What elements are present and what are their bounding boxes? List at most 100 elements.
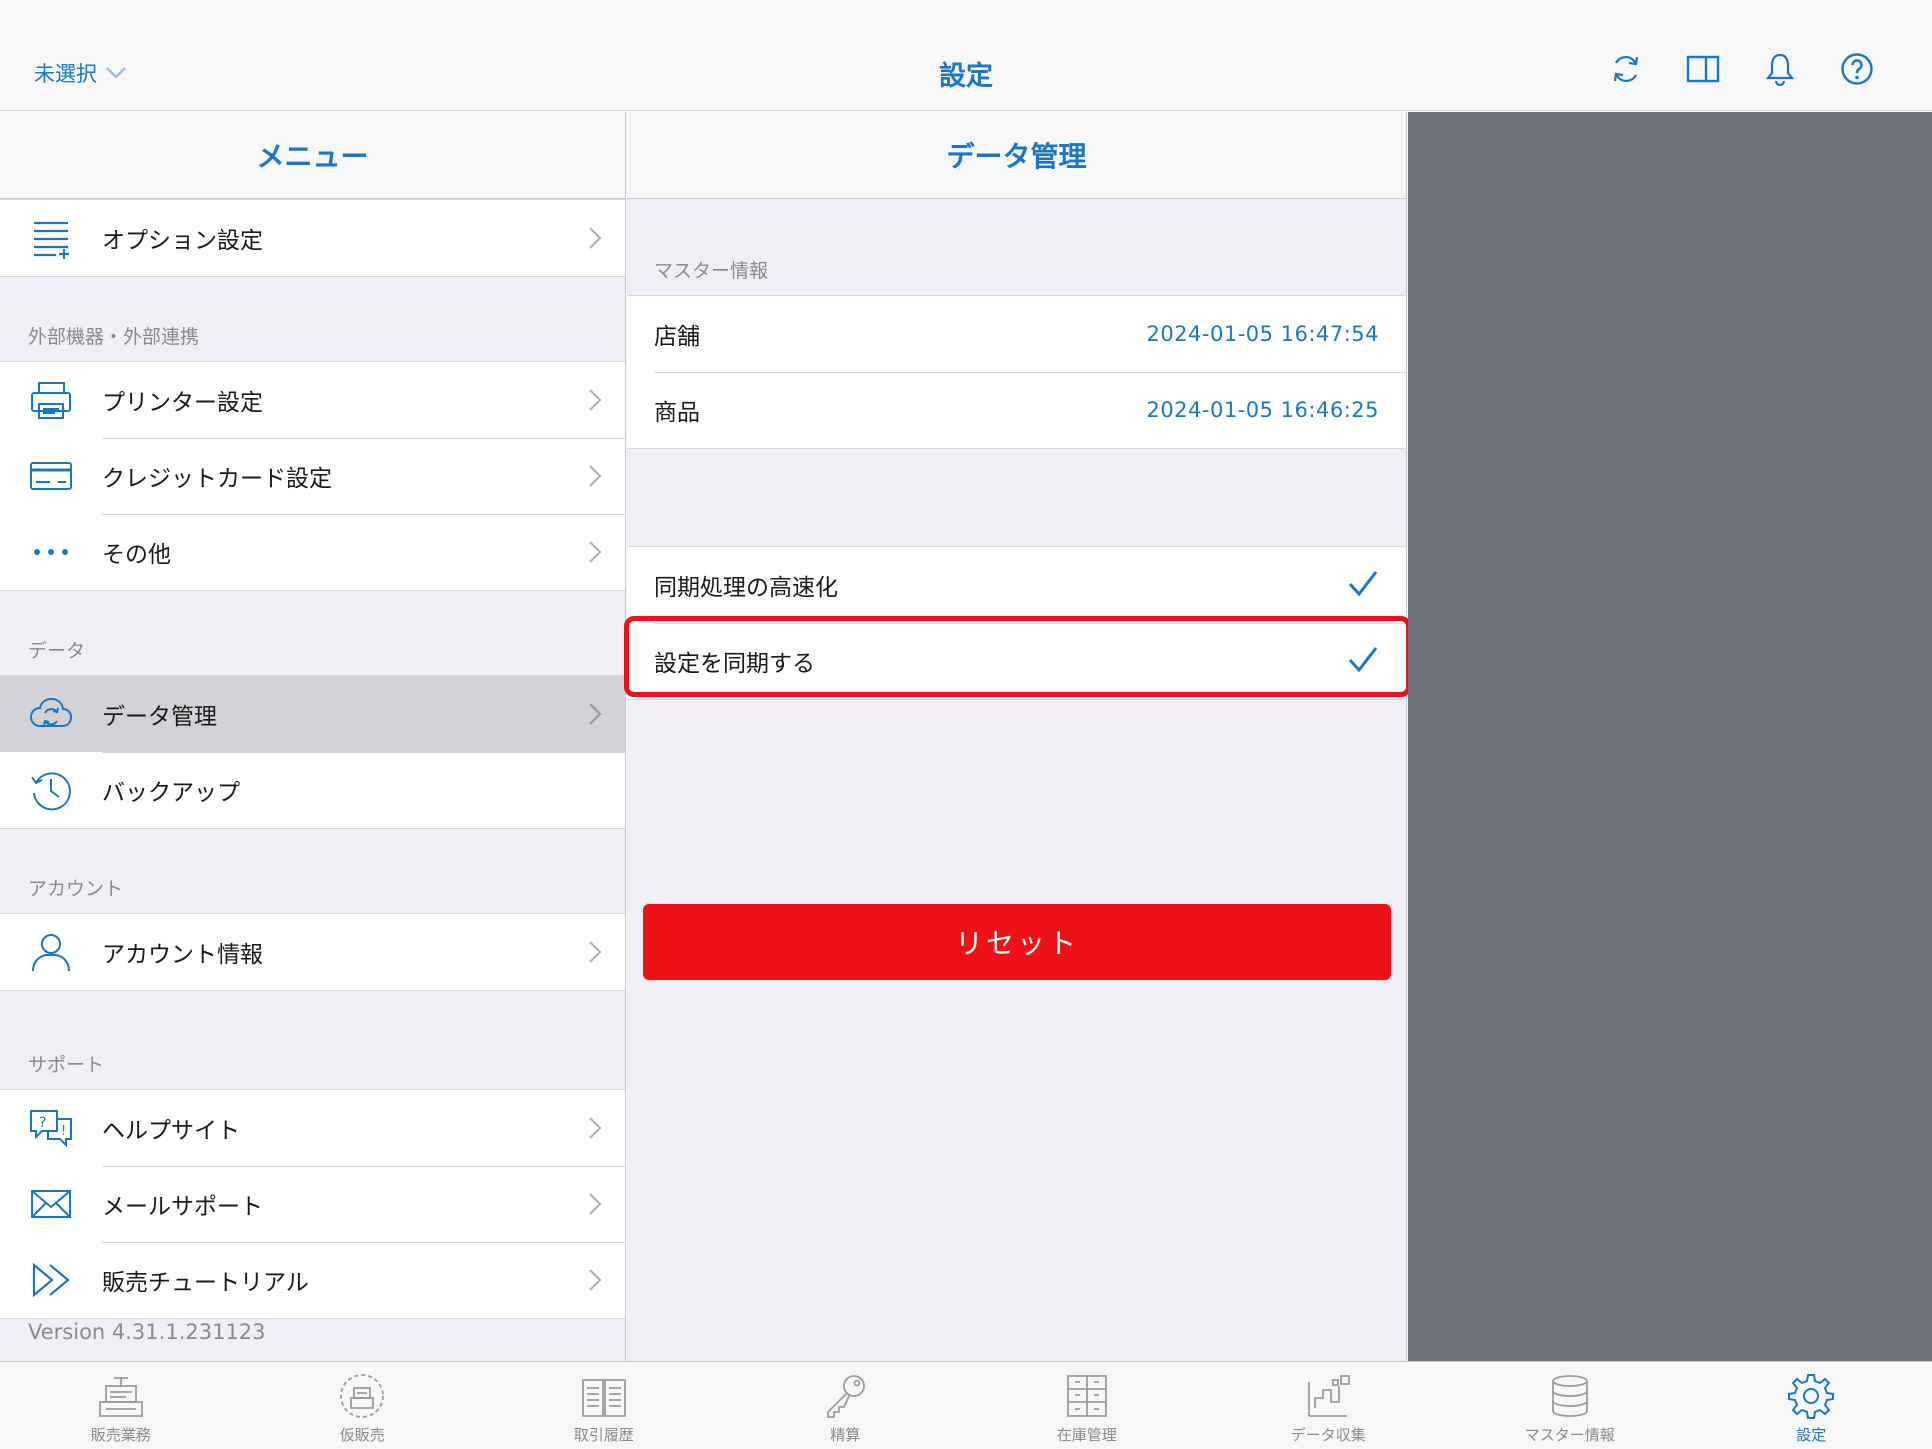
master-product-row: 商品 2024-01-05 16:46:25 (627, 372, 1406, 448)
top-navigation-bar: 未選択 設定 (0, 0, 1932, 111)
chevron-right-icon (589, 1193, 602, 1215)
section-label-master: マスター情報 (654, 260, 769, 282)
cloud-sync-icon (29, 697, 73, 727)
menu-item-label: クレジットカード設定 (102, 466, 332, 492)
sync-settings-toggle-row[interactable]: 設定を同期する (627, 623, 1406, 699)
product-label: 商品 (654, 400, 700, 426)
fast-forward-icon (32, 1262, 70, 1298)
tab-inventory[interactable]: 在庫管理 (966, 1362, 1208, 1449)
tab-label: 在庫管理 (1056, 1426, 1117, 1444)
version-label: Version 4.31.1.231123 (28, 1320, 266, 1344)
gear-icon (1788, 1374, 1835, 1419)
tab-label: 精算 (830, 1426, 861, 1444)
history-book-icon (581, 1379, 626, 1417)
menu-item-label: データ管理 (102, 704, 217, 730)
register-icon (98, 1377, 143, 1417)
chevron-right-icon (589, 227, 602, 249)
menu-item-label: ヘルプサイト (102, 1118, 240, 1144)
more-dots-icon (34, 549, 68, 555)
menu-item-account-info[interactable]: アカウント情報 (0, 914, 625, 990)
menu-item-label: バックアップ (102, 780, 240, 806)
bottom-tab-bar: 販売業務 仮販売 取引履歴 精算 在庫管理 データ収集 マスター情報 設定 (0, 1361, 1932, 1449)
bell-icon (1765, 53, 1795, 86)
data-management-panel: データ管理 マスター情報 店舗 2024-01-05 16:47:54 商品 2… (627, 112, 1407, 1361)
printer-icon (31, 382, 71, 419)
checkmark-icon (1348, 647, 1378, 673)
menu-item-other[interactable]: その他 (0, 514, 625, 590)
menu-item-mail-support[interactable]: メールサポート (0, 1166, 625, 1242)
help-icon (1841, 53, 1873, 85)
menu-item-option-settings[interactable]: オプション設定 (0, 200, 625, 276)
menu-item-help-site[interactable]: ? ! ヘルプサイト (0, 1090, 625, 1166)
menu-item-printer-settings[interactable]: プリンター設定 (0, 362, 625, 438)
product-sync-timestamp: 2024-01-05 16:46:25 (1146, 398, 1379, 422)
chevron-right-icon (589, 465, 602, 487)
inventory-icon (1066, 1375, 1107, 1417)
tab-label: 設定 (1796, 1426, 1827, 1444)
tab-label: マスター情報 (1524, 1426, 1615, 1444)
split-view-icon (1686, 55, 1720, 83)
detail-header: データ管理 (627, 112, 1406, 199)
help-chat-icon: ? ! (30, 1110, 72, 1148)
menu-item-label: その他 (102, 542, 171, 568)
tab-label: 販売業務 (90, 1426, 151, 1444)
menu-item-label: 販売チュートリアル (102, 1270, 309, 1296)
master-store-row: 店舗 2024-01-05 16:47:54 (627, 296, 1406, 372)
menu-group-options: オプション設定 (0, 199, 625, 277)
chevron-right-icon (589, 389, 602, 411)
menu-item-credit-card-settings[interactable]: クレジットカード設定 (0, 438, 625, 514)
tab-master-info[interactable]: マスター情報 (1449, 1362, 1691, 1449)
reset-button[interactable]: リセット (643, 904, 1391, 980)
sync-options-group: 同期処理の高速化 設定を同期する (627, 546, 1406, 700)
tab-label: 仮販売 (339, 1426, 385, 1444)
menu-group-data: データ管理 バックアップ (0, 675, 625, 829)
store-label: 店舗 (654, 324, 700, 350)
tab-temp-sale[interactable]: 仮販売 (242, 1362, 484, 1449)
section-label-support: サポート (28, 1054, 105, 1076)
master-info-group: 店舗 2024-01-05 16:47:54 商品 2024-01-05 16:… (627, 295, 1406, 449)
database-icon (1551, 1375, 1588, 1417)
chevron-right-icon (589, 941, 602, 963)
svg-text:!: ! (61, 1124, 66, 1139)
tab-history[interactable]: 取引履歴 (483, 1362, 725, 1449)
svg-text:?: ? (39, 1115, 46, 1131)
menu-group-support: ? ! ヘルプサイト メールサポート 販売チュートリアル (0, 1089, 625, 1319)
user-icon (32, 934, 70, 972)
chevron-right-icon (589, 1269, 602, 1291)
tab-data-collection[interactable]: データ収集 (1208, 1362, 1450, 1449)
menu-item-label: オプション設定 (102, 228, 263, 254)
menu-item-sales-tutorial[interactable]: 販売チュートリアル (0, 1242, 625, 1318)
list-add-icon (34, 221, 69, 259)
settings-menu-panel: メニュー オプション設定 外部機器・外部連携 プリンター設定 クレジットカード設… (0, 112, 626, 1361)
section-label-external: 外部機器・外部連携 (28, 326, 200, 348)
sync-settings-label: 設定を同期する (654, 651, 815, 677)
menu-group-account: アカウント情報 (0, 913, 625, 991)
tab-settlement[interactable]: 精算 (725, 1362, 967, 1449)
section-label-data: データ (28, 640, 86, 662)
store-sync-timestamp: 2024-01-05 16:47:54 (1146, 322, 1379, 346)
data-collection-icon (1308, 1375, 1351, 1417)
chevron-right-icon (589, 1117, 602, 1139)
menu-group-external: プリンター設定 クレジットカード設定 その他 (0, 361, 625, 591)
chevron-right-icon (589, 541, 602, 563)
credit-card-icon (30, 462, 72, 490)
detail-placeholder-area (1408, 112, 1932, 1361)
checkmark-icon (1348, 571, 1378, 597)
temp-sale-icon (340, 1374, 385, 1418)
help-button[interactable] (1840, 52, 1874, 86)
sync-icon (1613, 55, 1639, 83)
notification-button[interactable] (1763, 52, 1797, 86)
tab-settings[interactable]: 設定 (1691, 1362, 1932, 1449)
mail-icon (31, 1190, 71, 1218)
tab-sales[interactable]: 販売業務 (0, 1362, 242, 1449)
menu-item-backup[interactable]: バックアップ (0, 752, 625, 828)
tab-label: データ収集 (1290, 1426, 1366, 1444)
section-label-account: アカウント (28, 878, 124, 900)
sync-button[interactable] (1609, 52, 1643, 86)
menu-item-label: メールサポート (102, 1194, 263, 1220)
tab-label: 取引履歴 (573, 1426, 634, 1444)
split-view-button[interactable] (1686, 52, 1720, 86)
fast-sync-toggle-row[interactable]: 同期処理の高速化 (627, 547, 1406, 623)
menu-header: メニュー (0, 112, 625, 199)
menu-item-data-management[interactable]: データ管理 (0, 676, 625, 752)
